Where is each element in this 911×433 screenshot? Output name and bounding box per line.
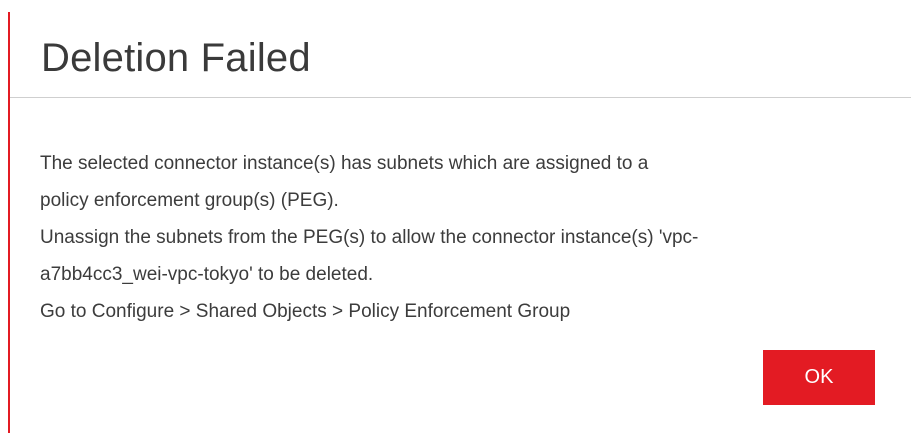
message-line: policy enforcement group(s) (PEG). xyxy=(40,190,339,211)
dialog-header: Deletion Failed xyxy=(10,12,911,98)
deletion-failed-dialog: Deletion Failed The selected connector i… xyxy=(0,0,911,433)
message-line: Unassign the subnets from the PEG(s) to … xyxy=(40,227,699,248)
message-line: Go to Configure > Shared Objects > Polic… xyxy=(40,301,571,322)
message-line: a7bb4cc3_wei-vpc-tokyo' to be deleted. xyxy=(40,264,374,285)
message-line: The selected connector instance(s) has s… xyxy=(40,153,649,174)
dialog-title: Deletion Failed xyxy=(41,36,311,80)
ok-button[interactable]: OK xyxy=(763,350,875,405)
dialog-message: The selected connector instance(s) has s… xyxy=(40,145,900,330)
